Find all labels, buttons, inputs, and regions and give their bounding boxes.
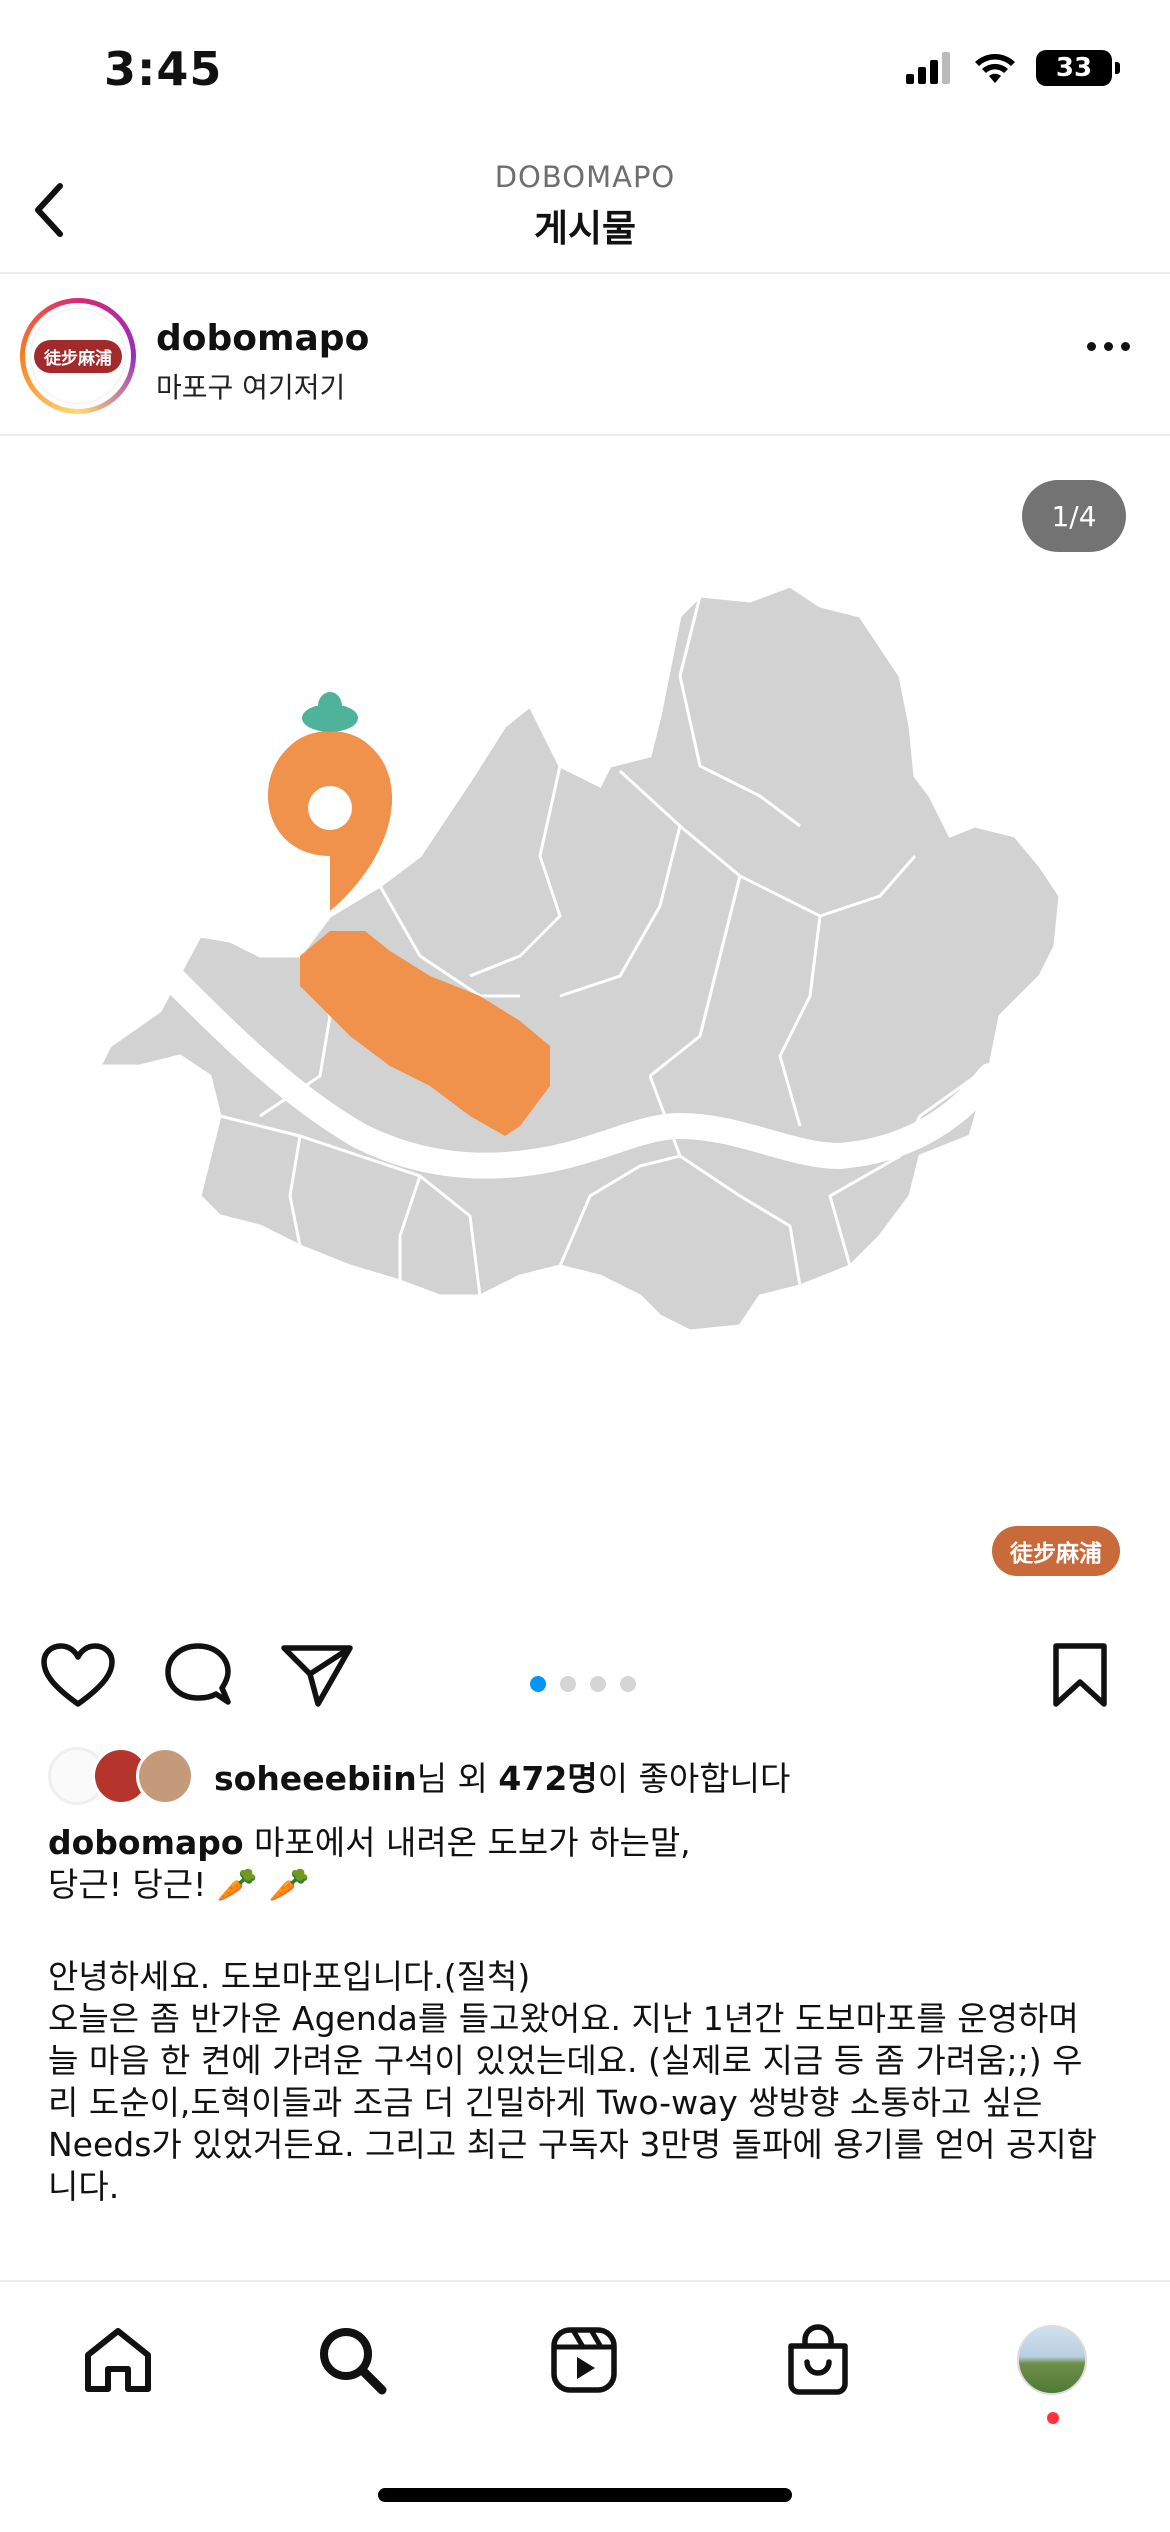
comment-icon <box>165 1643 231 1705</box>
comment-button[interactable] <box>162 1642 234 1716</box>
header-subtitle: DOBOMAPO <box>494 160 676 194</box>
caption-para2-line: Needs가 있었거든요. 그리고 최근 구독자 3만명 돌파에 용기를 얻어 … <box>48 2125 1098 2164</box>
avatar <box>136 1747 194 1805</box>
caption-para1: 안녕하세요. 도보마포입니다.(질척) <box>48 1957 531 1996</box>
heart-icon <box>41 1643 115 1707</box>
cellular-signal-icon <box>906 52 950 84</box>
caption-line1: 마포에서 내려온 도보가 하는말, <box>243 1823 691 1862</box>
shop-icon <box>788 2324 848 2395</box>
send-icon <box>281 1645 353 1707</box>
carousel-dot <box>620 1676 636 1692</box>
logo-text: 徒步麻浦 <box>34 339 122 373</box>
nav-search[interactable] <box>312 2320 392 2400</box>
watermark-logo: 徒步麻浦 <box>992 1526 1120 1576</box>
post-caption: dobomapo 마포에서 내려온 도보가 하는말, 당근! 당근! 🥕 🥕 안… <box>48 1822 1128 2208</box>
caption-para2-line: 리 도순이,도혁이들과 조금 더 긴밀하게 Two-way 쌍방향 소통하고 싶… <box>48 2083 1043 2122</box>
more-dot <box>1104 342 1113 351</box>
caption-para2-line: 오늘은 좀 반가운 Agenda를 들고왔어요. 지난 1년간 도보마포를 운영… <box>48 1999 1079 2038</box>
carousel-indicator <box>530 1676 636 1692</box>
bookmark-icon <box>1053 1643 1107 1707</box>
status-time: 3:45 <box>104 42 223 96</box>
post-username[interactable]: dobomapo <box>156 318 369 359</box>
home-icon <box>85 2328 151 2392</box>
page-header: DOBOMAPO 게시물 <box>0 140 1170 274</box>
caption-line2: 당근! 당근! 🥕 🥕 <box>48 1865 310 1904</box>
notification-dot <box>1047 2412 1059 2424</box>
search-icon <box>320 2328 387 2395</box>
post-location[interactable]: 마포구 여기저기 <box>156 366 345 406</box>
nav-reels[interactable] <box>544 2320 624 2400</box>
image-counter: 1/4 <box>1022 480 1126 552</box>
more-options-button[interactable] <box>1087 342 1130 351</box>
save-button[interactable] <box>1050 1642 1110 1714</box>
likes-suffix: 이 좋아합니다 <box>597 1759 791 1798</box>
more-dot <box>1087 342 1096 351</box>
liker-username[interactable]: soheeebiin <box>214 1759 417 1798</box>
post-image[interactable]: 1/4 徒步麻浦 <box>0 436 1170 1606</box>
location-pin-icon <box>267 692 393 911</box>
avatar[interactable]: 徒步麻浦 <box>20 298 136 414</box>
like-button[interactable] <box>40 1642 116 1714</box>
logo: 徒步麻浦 <box>30 308 126 404</box>
status-icons: 33 <box>906 50 1120 86</box>
caption-username[interactable]: dobomapo <box>48 1823 244 1862</box>
likes-count[interactable]: 472명 <box>498 1759 597 1798</box>
status-bar: 3:45 33 <box>0 0 1170 140</box>
nav-home[interactable] <box>78 2320 158 2400</box>
page-title: 게시물 <box>533 207 637 250</box>
nav-profile[interactable] <box>1012 2320 1092 2400</box>
battery-icon: 33 <box>1036 50 1120 86</box>
liker-avatars <box>48 1747 194 1805</box>
caption-para2-line: 늘 마음 한 켠에 가려운 구석이 있었는데요. (실제로 지금 등 좀 가려움… <box>48 2041 1083 2080</box>
home-indicator[interactable] <box>378 2488 792 2502</box>
seoul-map-illustration <box>97 584 1062 1333</box>
likes-text: soheeebiin님 외 472명이 좋아합니다 <box>214 1752 790 1800</box>
likes-row[interactable]: soheeebiin님 외 472명이 좋아합니다 <box>48 1744 790 1808</box>
likes-mid: 님 외 <box>416 1759 499 1798</box>
wifi-icon <box>975 54 1015 83</box>
post-header: 徒步麻浦 dobomapo 마포구 여기저기 <box>0 274 1170 436</box>
profile-avatar <box>1017 2325 1087 2395</box>
nav-shop[interactable] <box>778 2320 858 2400</box>
caption-para2-line: 니다. <box>48 2167 120 2206</box>
share-button[interactable] <box>280 1642 354 1712</box>
carousel-dot <box>590 1676 606 1692</box>
reels-icon <box>551 2327 617 2393</box>
post-actions <box>0 1606 1170 1744</box>
more-dot <box>1121 342 1130 351</box>
carousel-dot-active <box>530 1676 546 1692</box>
carousel-dot <box>560 1676 576 1692</box>
